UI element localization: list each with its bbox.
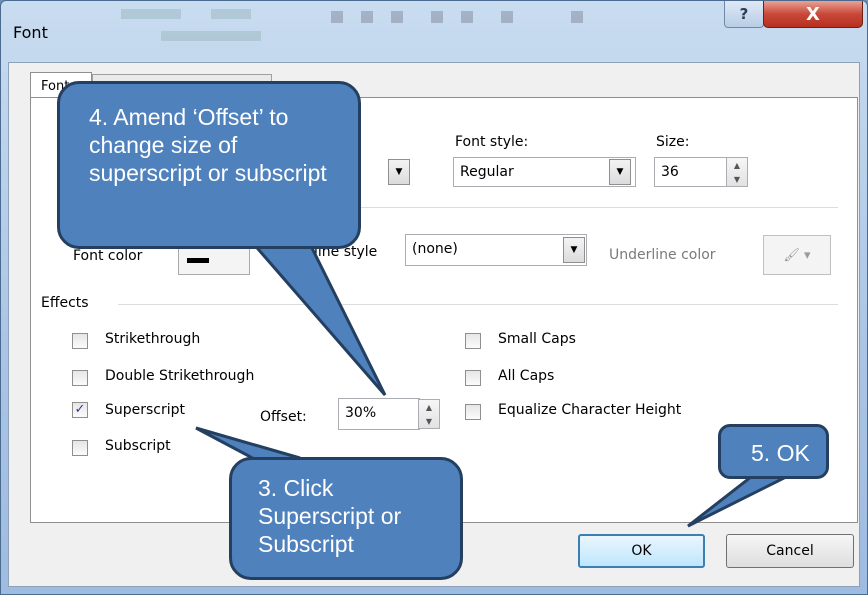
all-caps-label[interactable]: All Caps (498, 368, 554, 384)
underline-color-label: Underline color (609, 247, 716, 263)
underline-color-picker: 🖌 ▾ (763, 235, 831, 275)
offset-value: 30% (345, 405, 377, 421)
ok-callout: 5. OK (718, 424, 829, 479)
effects-divider (118, 304, 838, 305)
equalize-height-checkbox[interactable] (465, 404, 481, 420)
strikethrough-checkbox[interactable] (72, 333, 88, 349)
small-caps-checkbox[interactable] (465, 333, 481, 349)
effects-heading: Effects (41, 295, 89, 311)
strikethrough-label[interactable]: Strikethrough (105, 331, 200, 347)
underline-style-value: (none) (412, 241, 458, 257)
ok-button[interactable]: OK (578, 534, 705, 568)
superscript-callout: 3. Click Superscript or Subscript (229, 457, 463, 580)
double-strikethrough-label[interactable]: Double Strikethrough (105, 368, 254, 384)
cancel-button[interactable]: Cancel (726, 534, 854, 568)
font-name-dropdown-button[interactable]: ▼ (388, 159, 410, 185)
offset-field[interactable]: 30% (338, 398, 420, 430)
help-button[interactable]: ? (724, 1, 764, 28)
font-style-value: Regular (460, 164, 514, 180)
underline-style-combo[interactable]: (none) (405, 234, 587, 266)
font-color-label: Font color (73, 248, 143, 264)
background-ribbon (121, 9, 583, 41)
size-spinner[interactable]: ▲ ▼ (726, 157, 748, 187)
subscript-label[interactable]: Subscript (105, 438, 171, 454)
size-label: Size: (656, 134, 690, 150)
superscript-label[interactable]: Superscript (105, 402, 185, 418)
underline-style-dropdown-button[interactable]: ▼ (563, 237, 585, 263)
offset-label: Offset: (260, 409, 307, 425)
offset-callout: 4. Amend ‘Offset’ to change size of supe… (57, 81, 361, 249)
section-divider (346, 207, 838, 208)
double-strikethrough-checkbox[interactable] (72, 370, 88, 386)
superscript-checkbox[interactable]: ✓ (72, 402, 88, 418)
close-button[interactable]: X (763, 1, 863, 28)
dialog-title: Font (13, 23, 48, 42)
font-style-label: Font style: (455, 134, 529, 150)
subscript-checkbox[interactable] (72, 440, 88, 456)
small-caps-label[interactable]: Small Caps (498, 331, 576, 347)
offset-spinner[interactable]: ▲ ▼ (418, 399, 440, 429)
all-caps-checkbox[interactable] (465, 370, 481, 386)
font-style-dropdown-button[interactable]: ▼ (609, 159, 631, 185)
size-value: 36 (661, 164, 679, 180)
equalize-height-label[interactable]: Equalize Character Height (498, 402, 681, 418)
font-color-swatch (187, 258, 209, 263)
size-field[interactable]: 36 (654, 157, 734, 187)
